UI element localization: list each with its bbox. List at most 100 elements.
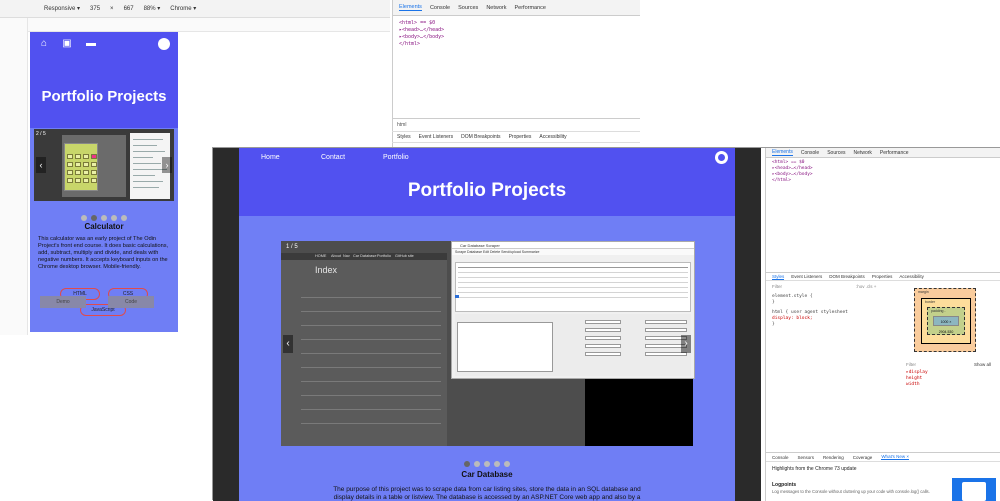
dot[interactable] [111, 215, 117, 221]
padding-label: padding - [931, 309, 946, 313]
drawer-tab-whats-new[interactable]: What's New × [881, 454, 910, 460]
next-arrow[interactable]: › [681, 335, 691, 353]
dom-tree: <html> == $0 ▸<head>…</head> ▸<body>…</b… [399, 20, 444, 48]
margin-label: margin [918, 290, 929, 294]
tab-dom-breakpoints[interactable]: DOM Breakpoints [829, 274, 865, 279]
tab-sources[interactable]: Sources [827, 150, 845, 156]
tab-network[interactable]: Network [854, 150, 872, 156]
demo-button[interactable]: Demo [40, 296, 86, 308]
nav-home[interactable]: Home [261, 154, 280, 161]
logpoints-title[interactable]: Logpoints [772, 482, 796, 488]
slide-counter: 2 / 5 [36, 131, 46, 137]
tab-network[interactable]: Network [486, 5, 506, 11]
drawer-tab-console[interactable]: Console [772, 455, 789, 460]
tab-accessibility[interactable]: Accessibility [539, 134, 566, 140]
dot[interactable] [474, 461, 480, 467]
dom-line[interactable]: </html> [399, 41, 444, 48]
device-select[interactable]: Responsive ▾ [44, 5, 80, 12]
styles-filter-input[interactable]: Filter [772, 284, 782, 289]
hov-cls-toggles[interactable]: :hov .cls + [856, 284, 876, 289]
web-app-index-heading: Index [315, 265, 338, 275]
background-styles-pane: html Styles Event Listeners DOM Breakpoi… [392, 118, 640, 150]
tab-event-listeners[interactable]: Event Listeners [419, 134, 453, 140]
contact-icon[interactable]: ▣ [60, 37, 74, 51]
home-icon[interactable]: ⌂ [37, 37, 51, 51]
tab-performance[interactable]: Performance [880, 150, 909, 156]
dot[interactable] [504, 461, 510, 467]
code-button[interactable]: Code [108, 296, 154, 308]
mobile-viewport: ⌂ ▣ ▬ Portfolio Projects 2 / 5 ‹ › Calcu… [30, 32, 178, 332]
drawer-tab-rendering[interactable]: Rendering [823, 455, 844, 460]
github-icon[interactable] [158, 38, 170, 50]
calculator-image [64, 143, 98, 191]
prev-arrow[interactable]: ‹ [36, 157, 46, 173]
web-nav-item: HOME [315, 254, 327, 258]
dom-line[interactable]: <html> == $0 [399, 20, 444, 27]
app-title: Car Database Scraper [452, 242, 694, 249]
style-tabs: Styles Event Listeners DOM Breakpoints P… [392, 131, 640, 143]
computed-props: ▸display height width [906, 370, 928, 388]
dom-line[interactable]: ▸<body>…</body> [399, 34, 444, 41]
dot[interactable] [121, 215, 127, 221]
tab-elements[interactable]: Elements [399, 4, 422, 11]
next-arrow[interactable]: › [162, 157, 172, 173]
dot[interactable] [101, 215, 107, 221]
github-icon[interactable] [715, 151, 728, 164]
nav-portfolio[interactable]: Portfolio [383, 154, 409, 161]
style-line: } [772, 322, 775, 327]
tab-event-listeners[interactable]: Event Listeners [791, 274, 822, 279]
devtools-tabs: Elements Console Sources Network Perform… [393, 0, 640, 16]
width-input[interactable]: 375 [90, 6, 100, 12]
show-all-checkbox[interactable]: Show all [974, 362, 991, 367]
computed-filter-input[interactable]: Filter [906, 362, 916, 367]
zoom-select[interactable]: 88% ▾ [144, 5, 161, 12]
dot[interactable] [484, 461, 490, 467]
project-name: Car Database [461, 470, 513, 479]
tab-properties[interactable]: Properties [872, 274, 893, 279]
dot-active[interactable] [91, 215, 97, 221]
breadcrumb[interactable]: html [397, 122, 406, 128]
drawer-tabs: Console Sensors Rendering Coverage What'… [766, 452, 1000, 462]
web-nav-item: About [331, 254, 341, 258]
tab-accessibility[interactable]: Accessibility [899, 274, 924, 279]
tab-elements[interactable]: Elements [772, 149, 793, 156]
dot-active[interactable] [464, 461, 470, 467]
tab-console[interactable]: Console [430, 5, 450, 11]
device-toolbar: Responsive ▾ 375 × 667 88% ▾ Chrome ▾ [0, 0, 390, 18]
tab-performance[interactable]: Performance [514, 5, 546, 11]
whats-new-thumbnail[interactable] [952, 478, 996, 501]
border-label: border [925, 300, 936, 304]
logpoints-description: Log messages to the Console without clut… [772, 489, 930, 494]
app-table [455, 262, 691, 312]
dot[interactable] [494, 461, 500, 467]
web-nav-item: Portfolio [377, 254, 391, 258]
height-input[interactable]: 667 [124, 6, 134, 12]
dot[interactable] [81, 215, 87, 221]
app-menu: Scrape Database Edit Delete Send/upload … [452, 249, 694, 255]
mobile-nav: ⌂ ▣ ▬ [30, 32, 178, 56]
mobile-project-name: Calculator [84, 222, 124, 231]
tab-properties[interactable]: Properties [509, 134, 532, 140]
nav-contact[interactable]: Contact [321, 154, 345, 161]
computed-prop[interactable]: width [906, 382, 928, 388]
slide-counter: 1 / 5 [286, 244, 298, 250]
box-model-diagram: margin border padding - 1000 × 2904.530 [914, 288, 976, 352]
tab-styles[interactable]: Styles [397, 134, 411, 140]
web-app-nav: HOME About Nav Car Database Portfolio Gi… [281, 253, 447, 260]
portfolio-icon[interactable]: ▬ [84, 37, 98, 51]
styles-tabs: Styles Event Listeners DOM Breakpoints P… [766, 272, 1000, 281]
drawer-tab-coverage[interactable]: Coverage [853, 455, 873, 460]
tab-styles[interactable]: Styles [772, 274, 785, 280]
tab-console[interactable]: Console [801, 150, 819, 156]
web-nav-item: Nav [343, 254, 350, 258]
app-form [455, 314, 691, 376]
mobile-carousel-slide: 2 / 5 ‹ › [34, 129, 174, 201]
tab-sources[interactable]: Sources [458, 5, 478, 11]
prev-arrow[interactable]: ‹ [283, 335, 293, 353]
dom-line[interactable]: ▸<head>…</head> [399, 27, 444, 34]
throttle-select[interactable]: Chrome ▾ [170, 5, 196, 12]
devtools-tabs: Elements Console Sources Network Perform… [766, 148, 1000, 158]
dom-line[interactable]: </html> [772, 178, 813, 184]
tab-dom-breakpoints[interactable]: DOM Breakpoints [461, 134, 500, 140]
drawer-tab-sensors[interactable]: Sensors [798, 455, 815, 460]
